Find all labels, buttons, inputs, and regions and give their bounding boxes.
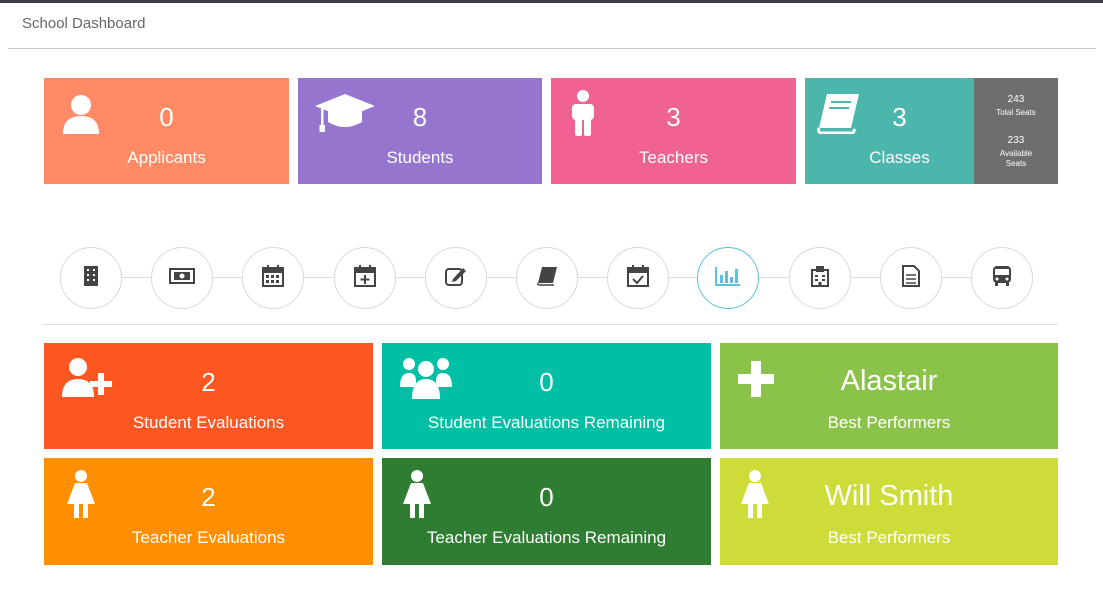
students-count: 8 xyxy=(412,102,428,132)
students-label: Students xyxy=(386,148,454,167)
step-calendar-plus[interactable] xyxy=(334,247,396,309)
student-evaluations-remaining-count: 0 xyxy=(539,367,554,397)
teachers-count: 3 xyxy=(666,102,681,132)
available-seats-label: Available Seats xyxy=(999,149,1033,168)
best-performer-student-label: Best Performers xyxy=(827,413,951,432)
student-evaluations-remaining-label: Student Evaluations Remaining xyxy=(427,413,666,432)
section-divider xyxy=(44,324,1058,325)
step-building[interactable] xyxy=(60,247,122,309)
best-performer-teacher-name: Will Smith xyxy=(824,480,954,512)
bus-icon xyxy=(991,265,1013,292)
student-evaluations-count: 2 xyxy=(201,367,216,397)
page-header: School Dashboard xyxy=(8,3,1096,49)
best-performer-teacher-card[interactable]: Will Smith Best Performers xyxy=(720,458,1058,565)
teacher-evaluations-label: Teacher Evaluations xyxy=(131,528,286,547)
step-edit[interactable] xyxy=(425,247,487,309)
student-evaluations-card[interactable]: 2 Student Evaluations xyxy=(44,343,373,449)
teachers-card[interactable]: 3 Teachers xyxy=(551,78,796,184)
bar-chart-icon xyxy=(715,266,741,291)
book-icon xyxy=(536,266,558,291)
best-performer-student-name: Alastair xyxy=(840,365,938,397)
classes-count: 3 xyxy=(892,102,907,132)
available-seats-value: 233 xyxy=(1007,135,1025,146)
student-evaluations-remaining-card[interactable]: 0 Student Evaluations Remaining xyxy=(382,343,711,449)
student-evaluations-label: Student Evaluations xyxy=(132,413,285,432)
step-calendar-check[interactable] xyxy=(607,247,669,309)
step-hospital[interactable] xyxy=(789,247,851,309)
hospital-icon xyxy=(811,265,829,292)
file-text-icon xyxy=(902,264,920,292)
teacher-evaluations-remaining-count: 0 xyxy=(539,482,554,512)
teacher-evaluations-card[interactable]: 2 Teacher Evaluations xyxy=(44,458,373,565)
classes-card[interactable]: 3 Classes 243 Total Seats 233 Available … xyxy=(805,78,1058,184)
step-bus[interactable] xyxy=(971,247,1033,309)
teacher-evaluations-remaining-card[interactable]: 0 Teacher Evaluations Remaining xyxy=(382,458,711,565)
applicants-label: Applicants xyxy=(127,148,206,167)
classes-label: Classes xyxy=(869,148,930,167)
page-title: School Dashboard xyxy=(22,15,146,32)
teachers-label: Teachers xyxy=(639,148,708,167)
calendar-plus-icon xyxy=(354,264,376,292)
teacher-evaluations-remaining-label: Teacher Evaluations Remaining xyxy=(426,528,667,547)
step-bar-chart[interactable] xyxy=(697,247,759,309)
step-file[interactable] xyxy=(880,247,942,309)
applicants-count: 0 xyxy=(159,102,174,132)
step-book[interactable] xyxy=(516,247,578,309)
edit-icon xyxy=(445,265,467,292)
teacher-evaluations-count: 2 xyxy=(201,482,216,512)
applicants-card[interactable]: 0 Applicants xyxy=(44,78,289,184)
best-performer-teacher-label: Best Performers xyxy=(827,528,951,547)
money-icon xyxy=(169,267,195,289)
step-calendar[interactable] xyxy=(242,247,304,309)
calendar-icon xyxy=(262,264,284,292)
step-money[interactable] xyxy=(151,247,213,309)
total-seats-value: 243 xyxy=(1007,94,1025,105)
total-seats-label: Total Seats xyxy=(996,108,1036,117)
building-icon xyxy=(83,265,99,292)
calendar-check-icon xyxy=(627,264,649,292)
students-card[interactable]: 8 Students xyxy=(298,78,542,184)
seats-panel: 243 Total Seats 233 Available Seats xyxy=(974,78,1058,184)
best-performer-student-card[interactable]: Alastair Best Performers xyxy=(720,343,1058,449)
